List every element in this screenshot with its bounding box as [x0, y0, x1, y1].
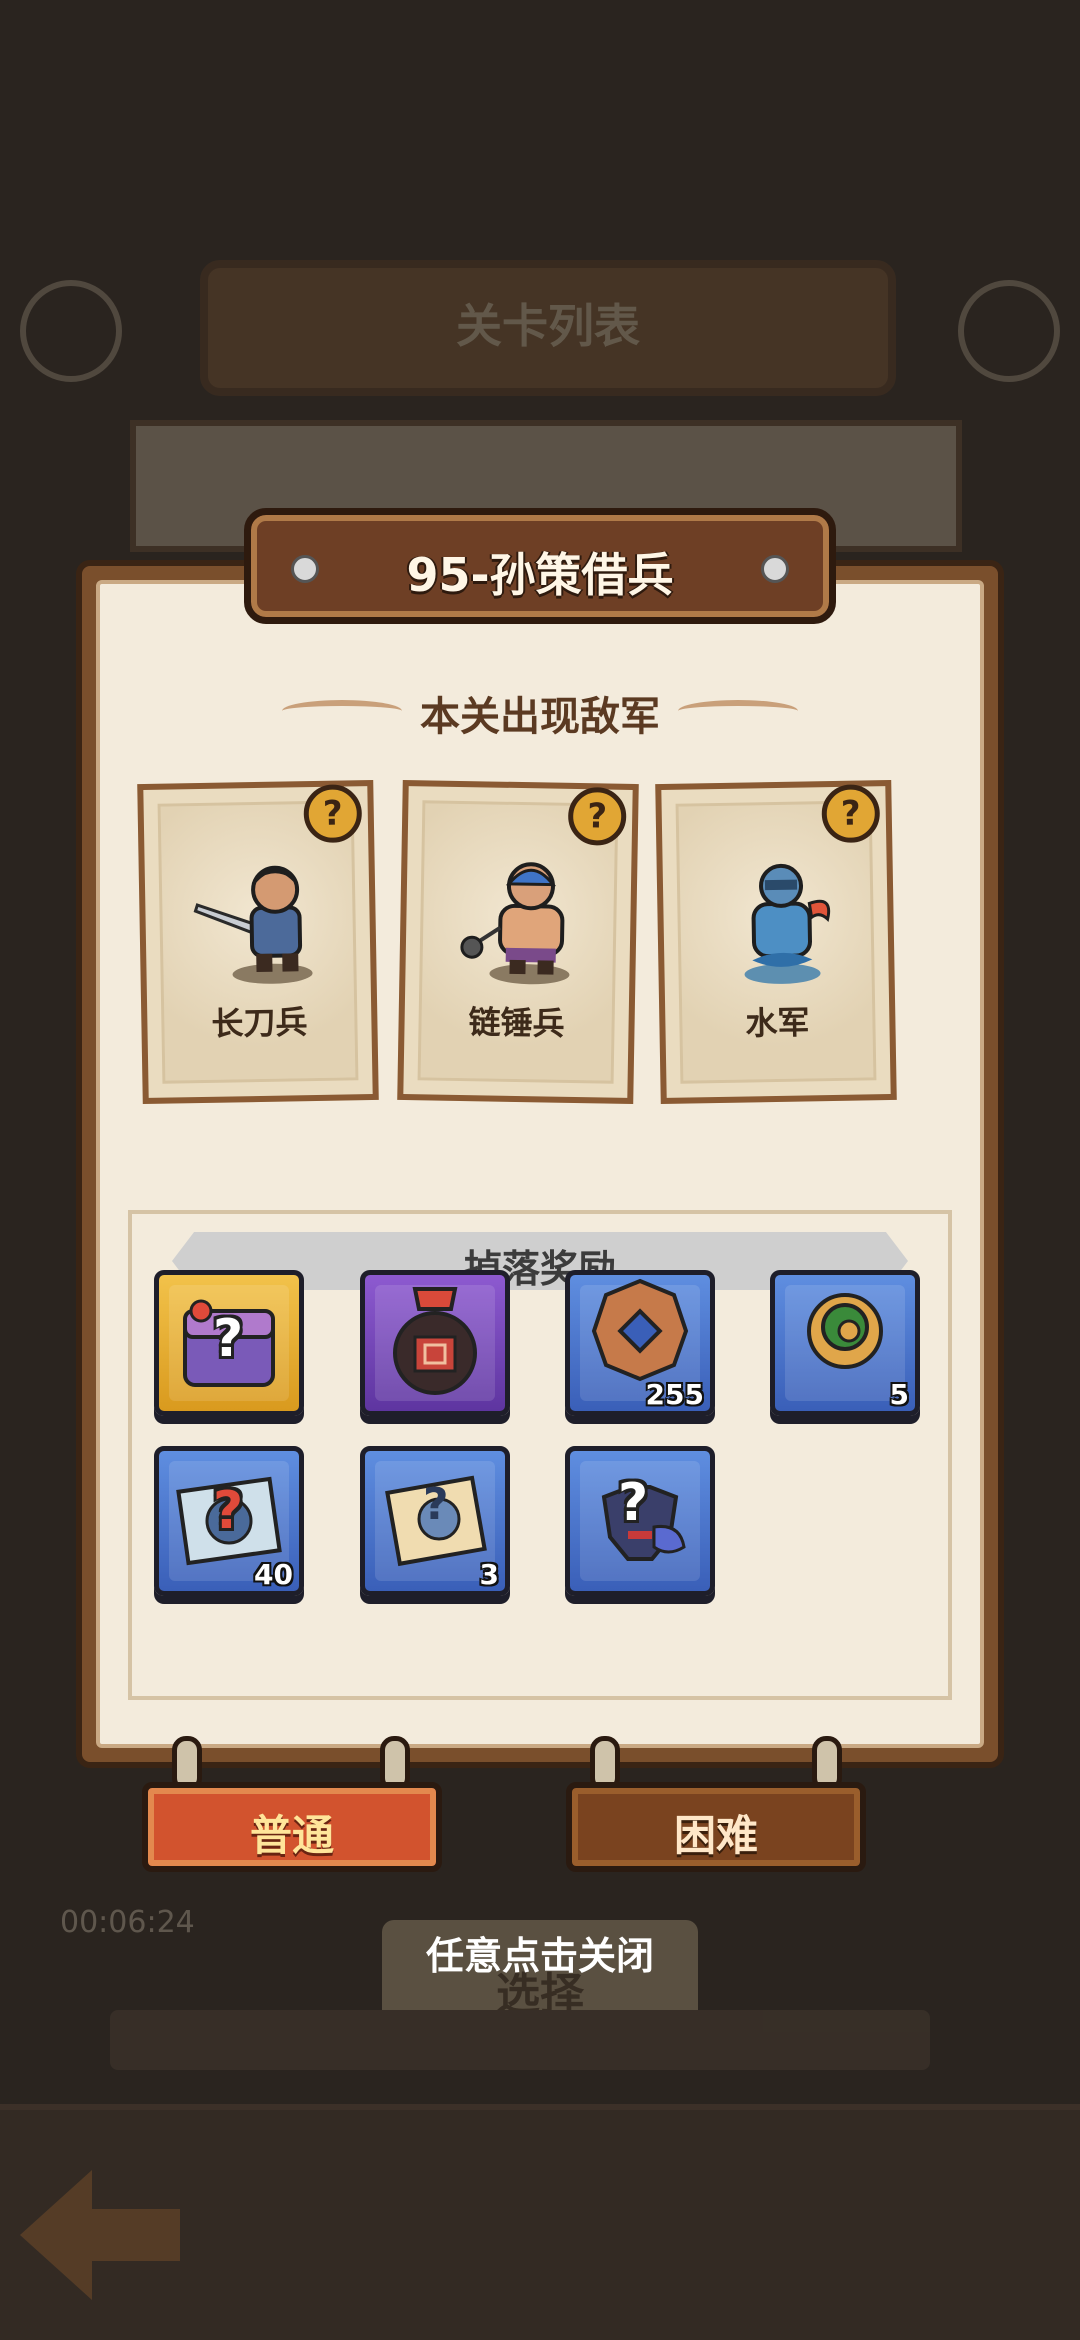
enemy-name: 链锤兵 [468, 1003, 565, 1043]
unknown-mark: ? [213, 1481, 244, 1541]
reward-item-jade-ring[interactable]: 5 [770, 1270, 920, 1416]
sword-soldier-icon [193, 865, 313, 984]
enemy-name: 水军 [745, 1003, 810, 1043]
enemy-card-water-soldier[interactable]: 水军 ? [655, 779, 897, 1105]
item-count: 40 [254, 1558, 293, 1591]
unknown-mark: ? [423, 1479, 449, 1530]
hard-difficulty-label: 困难 [673, 1811, 758, 1860]
jade-ring-icon [807, 1293, 883, 1369]
flail-soldier-icon [460, 862, 570, 985]
background-level-list-title: 关卡列表 [456, 299, 640, 353]
reward-item-wine-jar[interactable] [360, 1270, 510, 1416]
item-count: 255 [645, 1378, 704, 1411]
unknown-mark: ? [213, 1309, 244, 1369]
item-count: 5 [889, 1378, 909, 1411]
hard-difficulty-button[interactable]: 困难 [566, 1782, 866, 1872]
enemies-heading: 本关出现敌军 [420, 694, 660, 740]
background-info-row [110, 2010, 930, 2070]
level-title: 95-孙策借兵 [406, 548, 674, 602]
reward-item-blue-scroll[interactable]: ? 40 [154, 1446, 304, 1596]
tap-to-close-hint[interactable]: 任意点击关闭 [0, 1925, 1080, 1980]
reward-item-mystery-chest[interactable]: ? [154, 1270, 304, 1416]
enemy-name: 长刀兵 [211, 1003, 308, 1043]
background-level-list-banner: 关卡列表 [200, 260, 896, 396]
copper-coin-icon [591, 1278, 689, 1382]
normal-difficulty-button[interactable]: 普通 [142, 1782, 442, 1872]
reward-item-mystery-armor[interactable]: ? [565, 1446, 715, 1596]
background-menu-icon [958, 280, 1060, 382]
reward-item-copper-coin[interactable]: 255 [565, 1270, 715, 1416]
wine-jar-icon [393, 1287, 477, 1395]
normal-difficulty-label: 普通 [249, 1811, 334, 1860]
background-avatar-icon [20, 280, 122, 382]
unknown-mark: ? [618, 1473, 649, 1533]
reward-item-paper-scroll[interactable]: ? 3 [360, 1446, 510, 1596]
enemy-card-sword-soldier[interactable]: 长刀兵 ? [137, 779, 379, 1105]
item-count: 3 [479, 1558, 499, 1591]
enemy-card-flail-soldier[interactable]: 链锤兵 ? [397, 779, 639, 1105]
water-soldier-icon [744, 863, 831, 984]
level-title-plaque: 95-孙策借兵 [244, 508, 836, 624]
